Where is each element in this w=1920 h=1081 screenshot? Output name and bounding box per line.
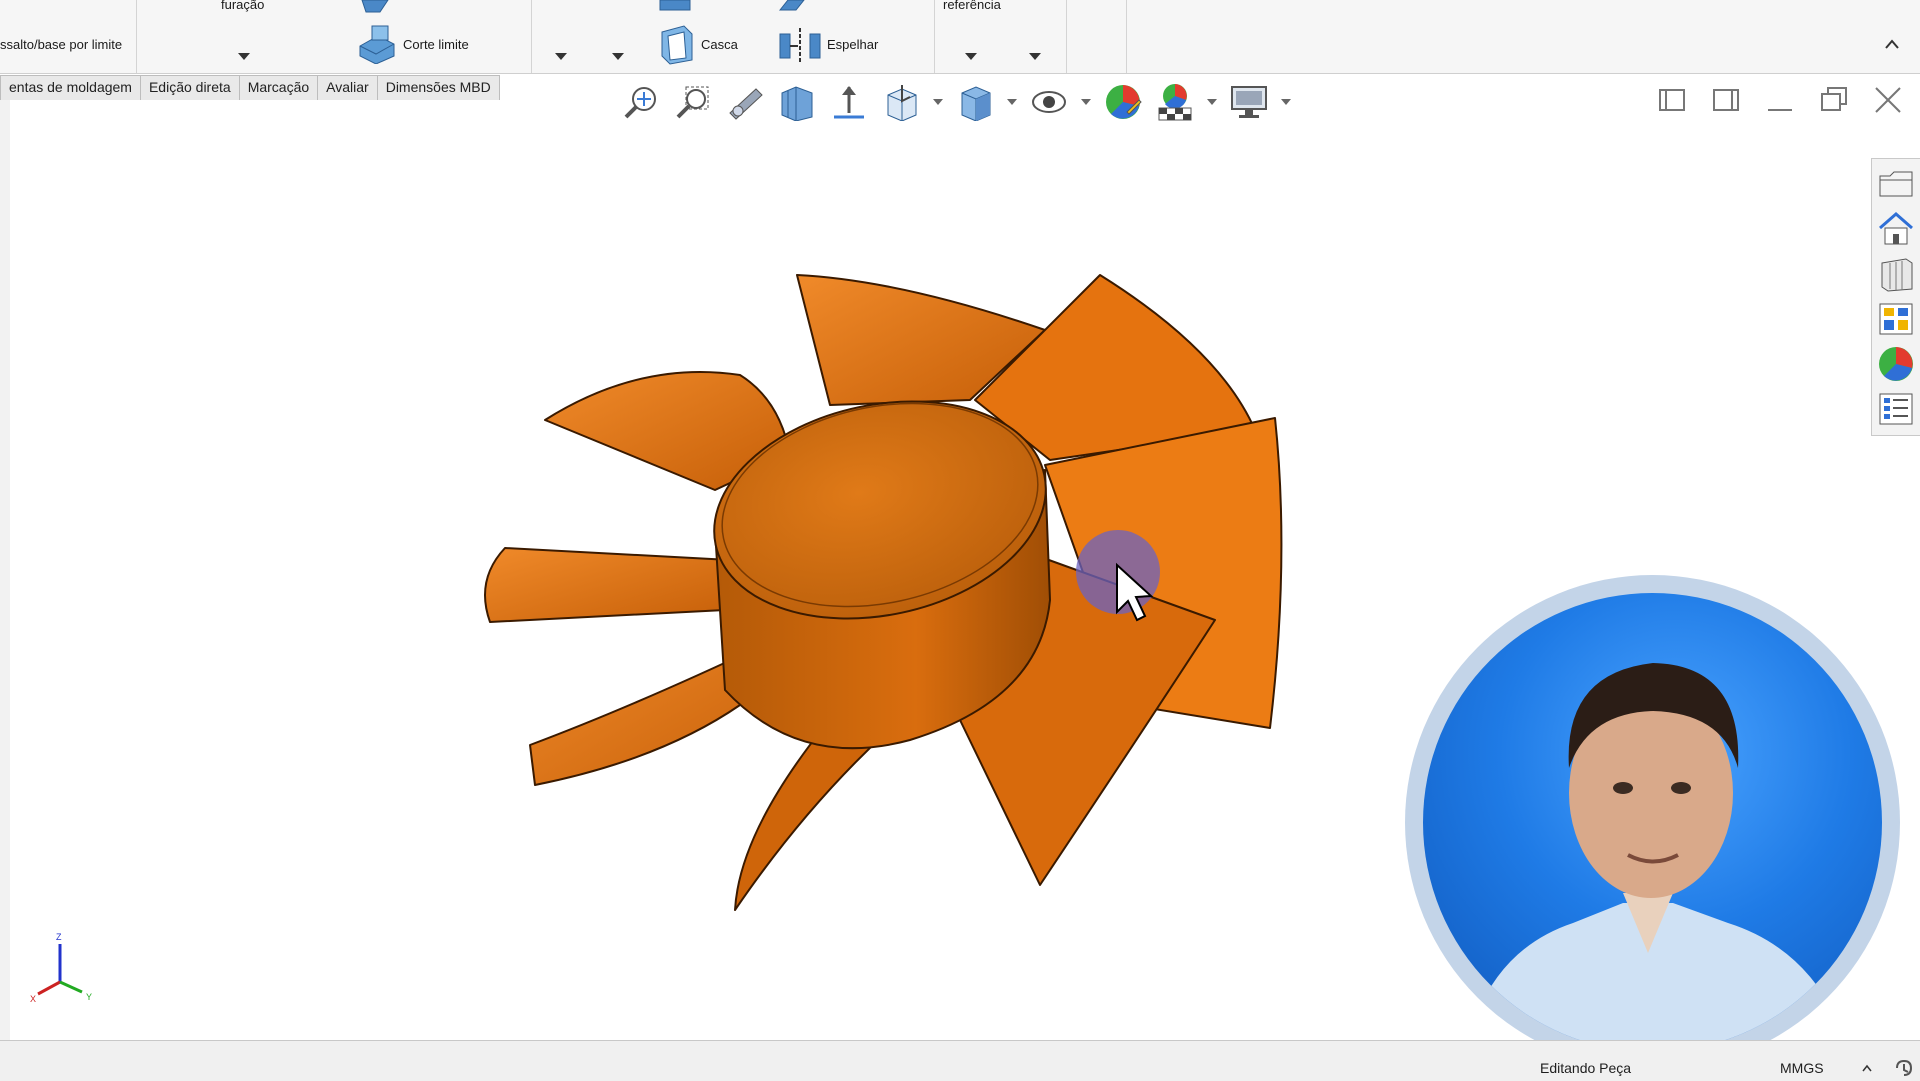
view-settings-dropdown[interactable] (1280, 81, 1292, 123)
status-editing-part: Editando Peça (1540, 1060, 1632, 1076)
ribbon-separator (1126, 0, 1127, 73)
ribbon-separator (1066, 0, 1067, 73)
referencia-dropdown[interactable] (965, 53, 977, 60)
hide-show-icon[interactable] (1028, 81, 1070, 123)
custom-properties-icon[interactable] (1875, 388, 1917, 429)
view-settings-icon[interactable] (1228, 81, 1270, 123)
viewport-window-controls (1656, 84, 1904, 116)
section-view-icon[interactable] (776, 81, 818, 123)
view-orientation-icon[interactable] (880, 81, 922, 123)
apply-scene-icon[interactable] (1154, 81, 1196, 123)
casca-button[interactable]: Casca (701, 37, 738, 52)
ribbon-partial-icon (778, 0, 805, 11)
status-bar (0, 1040, 1920, 1081)
heads-up-view-toolbar (620, 78, 1292, 126)
tab-avaliar[interactable]: Avaliar (318, 75, 378, 101)
triad-x-label: X (30, 994, 36, 1004)
ribbon-partial-icon (361, 0, 389, 13)
file-explorer-icon[interactable] (1875, 163, 1917, 204)
triad-z-label: Z (56, 932, 62, 942)
casca-icon[interactable] (656, 24, 696, 66)
tab-marcacao[interactable]: Marcação (239, 75, 319, 101)
ribbon-dropdown[interactable] (555, 53, 567, 60)
view-orientation-dropdown[interactable] (932, 81, 944, 123)
ribbon-separator (136, 0, 137, 73)
geometria-referencia-label[interactable]: referência (943, 0, 1001, 12)
task-pane-tabs (1871, 158, 1920, 436)
webcam-overlay (1405, 575, 1900, 1070)
tile-right-icon[interactable] (1710, 84, 1742, 116)
corte-limite-button[interactable]: Corte limite (403, 37, 469, 52)
furacao-label[interactable]: furação (221, 0, 264, 12)
command-manager-tabs: entas de moldagem Edição direta Marcação… (0, 75, 500, 101)
ressalto-base-limite-button[interactable]: ssalto/base por limite (0, 37, 122, 52)
tile-left-icon[interactable] (1656, 84, 1688, 116)
display-style-icon[interactable] (954, 81, 996, 123)
curvas-dropdown[interactable] (1029, 53, 1041, 60)
tab-dimensoes-mbd[interactable]: Dimensões MBD (377, 75, 500, 101)
apply-scene-dropdown[interactable] (1206, 81, 1218, 123)
triad-y-label: Y (86, 992, 92, 1002)
espelhar-button[interactable]: Espelhar (827, 37, 878, 52)
ribbon-partial-icon (659, 0, 691, 11)
presenter-silhouette (1465, 663, 1850, 1052)
rebuild-status-icon[interactable] (1894, 1058, 1914, 1078)
collapse-ribbon-icon[interactable] (1884, 38, 1900, 50)
ribbon-separator (934, 0, 935, 73)
reference-triad: Z X Y (30, 932, 92, 1004)
corte-limite-icon[interactable] (356, 24, 398, 64)
espelhar-icon[interactable] (778, 26, 822, 64)
ribbon-separator (531, 0, 532, 73)
tab-ferramentas-moldagem[interactable]: entas de moldagem (0, 75, 141, 101)
close-icon[interactable] (1872, 84, 1904, 116)
dynamic-annotation-icon[interactable] (828, 81, 870, 123)
furacao-dropdown[interactable] (238, 53, 250, 60)
previous-view-icon[interactable] (724, 81, 766, 123)
ribbon-dropdown[interactable] (612, 53, 624, 60)
solidworks-resources-icon[interactable] (1875, 208, 1917, 249)
tab-edicao-direta[interactable]: Edição direta (140, 75, 240, 101)
minimize-icon[interactable] (1764, 84, 1796, 116)
command-manager-ribbon: furação ssalto/base por limite Corte lim… (0, 0, 1920, 74)
display-style-dropdown[interactable] (1006, 81, 1018, 123)
fan-blade (484, 547, 731, 623)
design-library-icon[interactable] (1875, 253, 1917, 294)
edit-appearance-icon[interactable] (1102, 81, 1144, 123)
restore-icon[interactable] (1818, 84, 1850, 116)
units-caret-icon[interactable] (1862, 1064, 1872, 1072)
presenter-video (1423, 593, 1882, 1052)
hide-show-dropdown[interactable] (1080, 81, 1092, 123)
zoom-to-fit-icon[interactable] (620, 81, 662, 123)
zoom-to-area-icon[interactable] (672, 81, 714, 123)
view-palette-icon[interactable] (1875, 298, 1917, 339)
units-selector[interactable]: MMGS (1780, 1060, 1824, 1076)
appearances-icon[interactable] (1875, 343, 1917, 384)
